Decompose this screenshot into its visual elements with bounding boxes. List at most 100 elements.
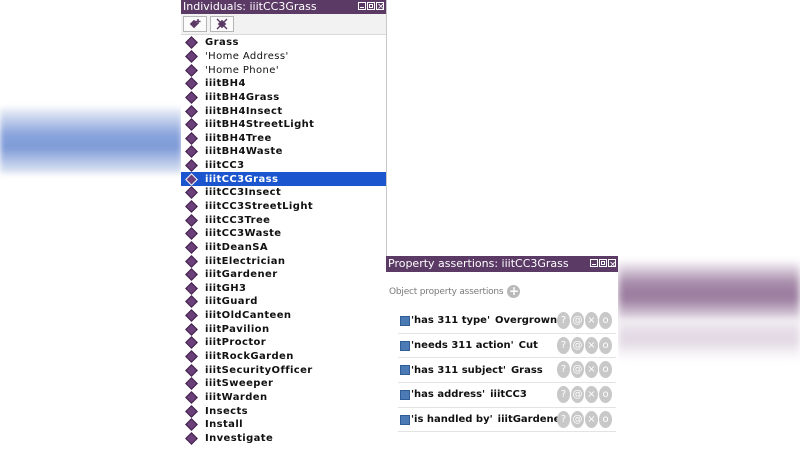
explain-icon[interactable]: ? <box>557 336 570 354</box>
assertion-row[interactable]: 'is handled by' iiitGardener? @ × o <box>398 408 616 433</box>
individual-label: iiitProctor <box>205 337 267 349</box>
delete-icon[interactable]: × <box>585 312 598 329</box>
individual-item[interactable]: iiitCC3StreetLight <box>181 200 386 214</box>
individual-item[interactable]: iiitCC3 <box>181 159 386 173</box>
edit-icon[interactable]: o <box>599 386 612 404</box>
assertion-text: 'has 311 type' Overgrown <box>411 315 557 326</box>
individual-item[interactable]: iiitElectrician <box>181 254 386 268</box>
add-assertion-icon[interactable]: + <box>507 285 521 298</box>
annotate-icon[interactable]: @ <box>571 336 584 354</box>
minimize-icon[interactable] <box>358 2 366 10</box>
individual-icon <box>185 350 198 363</box>
individual-icon <box>185 268 198 282</box>
assertion-row-buttons: ? @ × o <box>557 361 612 379</box>
individual-icon <box>185 322 198 336</box>
assertion-row[interactable]: 'has address' iiitCC3? @ × o <box>398 383 616 408</box>
delete-icon[interactable]: × <box>585 386 598 404</box>
add-individual-icon <box>189 19 201 29</box>
explain-icon[interactable]: ? <box>557 410 570 428</box>
individual-item[interactable]: iiitCC3Insect <box>181 186 386 200</box>
individual-item[interactable]: iiitCC3Waste <box>181 227 386 241</box>
explain-icon[interactable]: ? <box>557 361 570 379</box>
individual-label: iiitCC3 <box>205 160 245 172</box>
close-icon[interactable] <box>608 257 617 273</box>
individual-item[interactable]: iiitRockGarden <box>181 350 386 364</box>
minimize-icon[interactable] <box>590 259 598 267</box>
assertion-row[interactable]: 'has 311 subject' Grass? @ × o <box>398 358 616 384</box>
individual-label: iiitCC3Waste <box>205 228 282 240</box>
individual-icon <box>185 227 198 241</box>
edit-icon[interactable]: o <box>599 361 612 379</box>
individual-item[interactable]: Investigate <box>181 432 386 446</box>
annotate-icon[interactable]: @ <box>571 312 584 329</box>
annotate-icon[interactable]: @ <box>571 386 584 404</box>
individual-icon <box>185 118 198 132</box>
maximize-icon[interactable] <box>599 259 607 267</box>
object-property-icon <box>400 340 410 351</box>
individual-icon <box>185 104 198 118</box>
individual-icon <box>185 404 198 418</box>
individual-item[interactable]: iiitGardener <box>181 268 386 282</box>
close-icon[interactable] <box>376 0 385 14</box>
explain-icon[interactable]: ? <box>557 312 570 329</box>
individual-item[interactable]: Install <box>181 418 386 432</box>
individual-item[interactable]: Grass <box>181 36 386 50</box>
individual-label: iiitBH4 <box>205 78 246 90</box>
individual-item[interactable]: iiitSecurityOfficer <box>181 363 386 377</box>
delete-icon[interactable]: × <box>585 410 598 428</box>
annotate-icon[interactable]: @ <box>571 361 584 379</box>
delete-icon[interactable]: × <box>585 361 598 379</box>
individual-item[interactable]: iiitBH4 <box>181 77 386 91</box>
delete-individual-button[interactable] <box>210 16 234 32</box>
edit-icon[interactable]: o <box>599 410 612 428</box>
individual-item[interactable]: iiitProctor <box>181 336 386 350</box>
individual-item[interactable]: iiitCC3Tree <box>181 213 386 227</box>
annotate-icon[interactable]: @ <box>571 410 584 428</box>
individual-icon <box>185 241 198 254</box>
individual-item[interactable]: iiitSweeper <box>181 377 386 391</box>
individuals-window-controls <box>358 0 385 14</box>
individuals-toolbar <box>181 14 386 35</box>
individual-item[interactable]: 'Home Phone' <box>181 63 386 77</box>
individual-icon <box>185 336 198 350</box>
individual-icon <box>185 159 198 172</box>
individual-item[interactable]: iiitWarden <box>181 391 386 405</box>
individual-icon <box>185 363 198 377</box>
individual-label: iiitElectrician <box>205 255 286 267</box>
individual-icon <box>185 172 198 186</box>
individual-item[interactable]: iiitOldCanteen <box>181 309 386 323</box>
individual-label: iiitSecurityOfficer <box>205 364 313 376</box>
maximize-icon[interactable] <box>367 2 375 10</box>
individual-item[interactable]: 'Home Address' <box>181 50 386 64</box>
individual-icon <box>185 377 198 391</box>
individual-item[interactable]: iiitBH4Grass <box>181 91 386 105</box>
assertion-property: 'has 311 type' <box>411 315 491 327</box>
individual-icon <box>185 295 198 309</box>
individual-label: iiitCC3Insect <box>205 187 282 199</box>
individual-item[interactable]: iiitBH4StreetLight <box>181 118 386 132</box>
assertion-row[interactable]: 'has 311 type' Overgrown? @ × o <box>398 309 616 334</box>
property-assertions-titlebar: Property assertions: iiitCC3Grass <box>386 256 618 273</box>
add-individual-button[interactable] <box>183 16 207 32</box>
edit-icon[interactable]: o <box>599 336 612 354</box>
individual-item[interactable]: iiitBH4Waste <box>181 145 386 159</box>
explain-icon[interactable]: ? <box>557 386 570 404</box>
individual-item[interactable]: Insects <box>181 404 386 418</box>
individual-item[interactable]: iiitGuard <box>181 295 386 309</box>
individual-item[interactable]: iiitGH3 <box>181 281 386 296</box>
background-blur-right <box>618 262 800 322</box>
individual-label: 'Home Phone' <box>205 64 279 76</box>
individual-icon <box>185 91 198 104</box>
individual-item[interactable]: iiitBH4Insect <box>181 104 386 118</box>
individual-item[interactable]: iiitCC3Grass <box>181 172 386 187</box>
individual-item[interactable]: iiitBH4Tree <box>181 131 386 145</box>
individual-item[interactable]: iiitDeanSA <box>181 241 386 255</box>
edit-icon[interactable]: o <box>599 312 612 329</box>
individual-item[interactable]: iiitPavilion <box>181 322 386 336</box>
assertion-row[interactable]: 'needs 311 action' Cut? @ × o <box>398 334 616 359</box>
assertion-property: 'has 311 subject' <box>411 364 506 376</box>
individuals-title: Individuals: iiitCC3Grass <box>183 0 317 13</box>
individual-icon <box>185 36 198 50</box>
assertion-row-buttons: ? @ × o <box>557 410 612 428</box>
delete-icon[interactable]: × <box>585 336 598 354</box>
